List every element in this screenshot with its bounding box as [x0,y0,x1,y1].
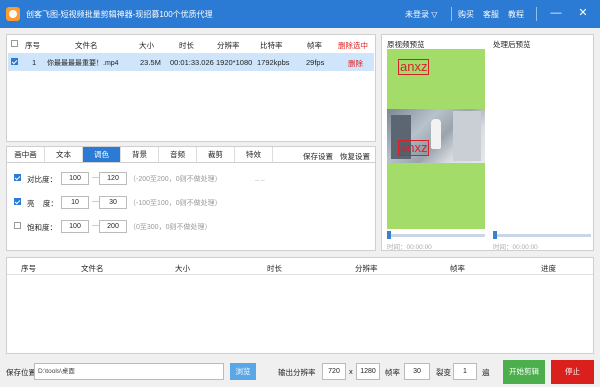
range-dash: — [92,222,99,229]
col-index: 序号 [21,264,36,273]
processed-preview [493,49,591,229]
contrast-hint: （-200至200，0则不做处理） [129,176,222,183]
start-edit-button[interactable]: 开始剪辑 [503,360,545,384]
row-resolution: 1920*1080 [216,58,253,67]
close-icon[interactable]: ✕ [575,5,591,21]
divider [451,7,452,21]
col-index: 序号 [25,41,40,50]
window-title: 创客飞图-短视频批量剪辑神器-现招募100个优质代理 [26,10,213,19]
brightness-hint: （-100至100，0则不做处理） [129,200,222,207]
divider [536,7,537,21]
delete-selected-button[interactable]: 删除选中 [338,40,368,51]
table-row[interactable]: 1 你最最最最重要！.mp4 23.5M 00:01:33.026 1920*1… [8,53,374,71]
brightness-min-input[interactable]: 10 [61,196,89,209]
col-size: 大小 [175,264,190,273]
header-divider [7,274,593,275]
tab-picture-in-picture[interactable]: 画中画 [7,147,45,162]
col-fps: 帧率 [307,41,322,50]
save-location-label: 保存位置 [6,368,36,377]
brightness-checkbox[interactable] [14,198,21,205]
tab-crop[interactable]: 裁剪 [197,147,235,162]
range-dash: — [92,198,99,205]
processed-seek-slider[interactable] [493,231,591,239]
stop-button[interactable]: 停止 [551,360,594,384]
task-list-panel: 序号 文件名 大小 时长 分辨率 帧率 进度 [6,257,594,354]
slider-handle[interactable] [493,231,497,239]
processed-time: 时间：00:00:00 [493,244,538,251]
output-width-input[interactable]: 720 [322,363,346,380]
col-duration: 时长 [267,264,282,273]
row-duration: 00:01:33.026 [170,58,214,67]
contrast-checkbox[interactable] [14,174,21,181]
split-unit-label: 遍 [482,368,490,377]
saturation-max-input[interactable]: 200 [99,220,127,233]
select-all-checkbox[interactable] [11,40,18,47]
chevron-down-icon: ▽ [431,10,438,19]
brightness-max-input[interactable]: 30 [99,196,127,209]
times-symbol: x [349,367,353,376]
minimize-icon[interactable]: — [548,5,564,21]
tab-color[interactable]: 调色 [83,147,121,162]
bottom-toolbar: 保存位置 D:\tools\桌面 浏览 输出分辨率 720 x 1280 帧率 … [0,358,600,387]
tab-background[interactable]: 背景 [121,147,159,162]
row-size: 23.5M [140,58,161,67]
col-duration: 时长 [179,41,194,50]
original-preview: anxz anxz [387,49,485,229]
saturation-checkbox[interactable] [14,222,21,229]
saturation-min-input[interactable]: 100 [61,220,89,233]
col-filename: 文件名 [81,264,104,273]
tutorial-link[interactable]: 教程 [508,9,524,20]
output-resolution-label: 输出分辨率 [278,368,316,377]
app-logo-icon [6,7,20,21]
watermark-text: anxz [398,140,430,156]
range-dash: — [92,174,99,181]
brightness-label: 亮 度： [27,199,58,208]
contrast-max-input[interactable]: 120 [99,172,127,185]
tab-effects[interactable]: 特效 [235,147,273,162]
options-panel: 画中画 文本 调色 背景 音频 裁剪 特效 保存设置 恢复设置 对比度： 100… [6,146,376,251]
tab-text[interactable]: 文本 [45,147,83,162]
color-options: 对比度： 100 — 120 （-200至200，0则不做处理） _ _ 亮 度… [7,162,375,250]
slider-handle[interactable] [387,231,391,239]
contrast-label: 对比度： [27,175,57,184]
output-height-input[interactable]: 1280 [356,363,380,380]
title-bar: 创客飞图-短视频批量剪辑神器-现招募100个优质代理 未登录 ▽ 购买 客服 教… [0,0,600,28]
decor-text: _ _ [255,174,265,181]
buy-link[interactable]: 购买 [458,9,474,20]
row-checkbox[interactable] [11,58,18,65]
fps-label: 帧率 [385,368,400,377]
browse-button[interactable]: 浏览 [230,363,256,380]
col-resolution: 分辨率 [217,41,240,50]
split-count-input[interactable]: 1 [453,363,477,380]
row-filename: 你最最最最重要！.mp4 [47,60,119,67]
split-label: 裂变 [436,368,451,377]
original-time: 时间：00:00:00 [387,244,432,251]
row-delete-button[interactable]: 删除 [348,58,363,69]
col-bitrate: 比特率 [260,41,283,50]
col-resolution: 分辨率 [355,264,378,273]
file-list-panel: 序号 文件名 大小 时长 分辨率 比特率 帧率 删除选中 1 你最最最最重要！.… [6,34,376,142]
watermark-text: anxz [398,59,430,75]
col-progress: 进度 [541,264,556,273]
original-seek-slider[interactable] [387,231,485,239]
contrast-min-input[interactable]: 100 [61,172,89,185]
col-size: 大小 [139,41,154,50]
col-fps: 帧率 [450,264,465,273]
row-index: 1 [32,58,37,67]
restore-settings-button[interactable]: 恢复设置 [340,151,370,162]
tab-audio[interactable]: 音频 [159,147,197,162]
login-status[interactable]: 未登录 ▽ [405,9,437,20]
saturation-label: 饱和度： [27,223,57,232]
service-link[interactable]: 客服 [483,9,499,20]
preview-panel: 原视频预览 处理后预览 anxz anxz 时间：00:00:00 时间：00:… [381,34,594,251]
login-label: 未登录 [405,10,429,19]
fps-input[interactable]: 30 [404,363,430,380]
row-fps: 29fps [306,58,325,67]
save-path-input[interactable]: D:\tools\桌面 [34,363,224,380]
saturation-hint: （0至300，0则不做处理） [129,224,212,231]
save-settings-button[interactable]: 保存设置 [303,151,333,162]
col-filename: 文件名 [75,41,98,50]
row-bitrate: 1792kpbs [257,58,290,67]
